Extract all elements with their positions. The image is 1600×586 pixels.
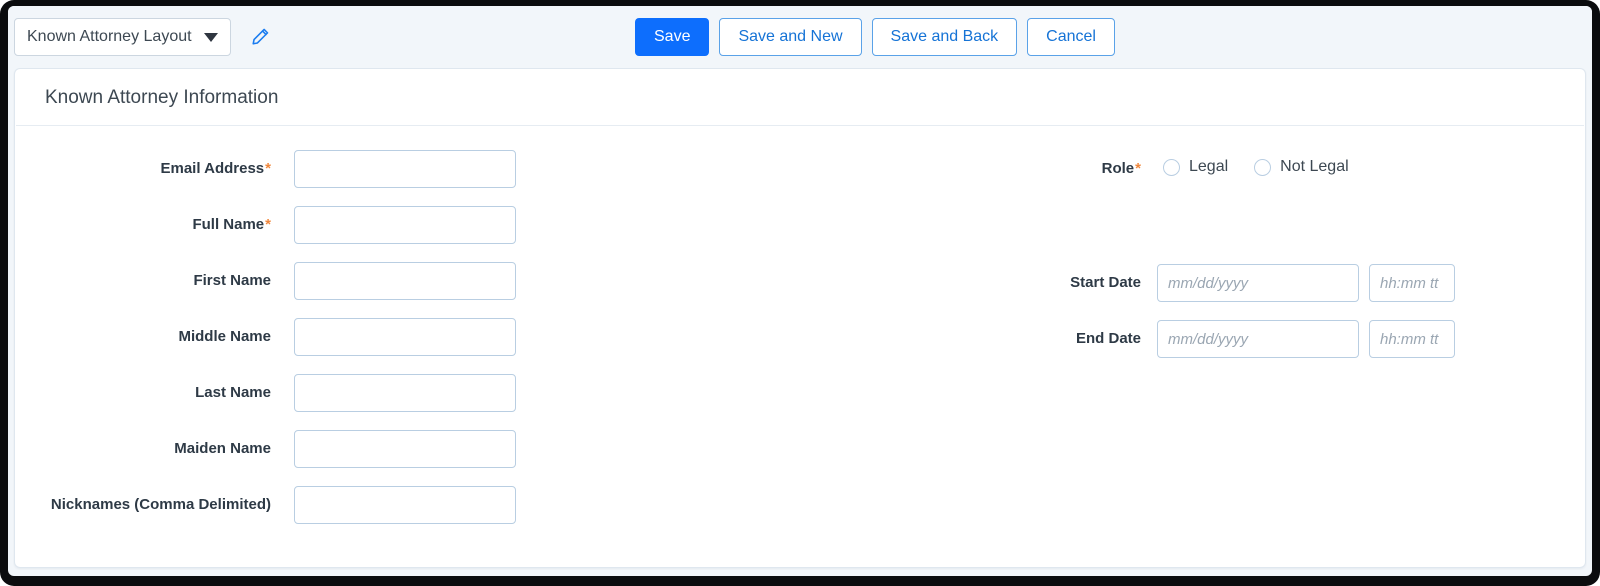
pencil-icon[interactable] <box>247 24 273 50</box>
field-row-first-name: First Name <box>15 262 535 301</box>
control-email-address <box>294 150 516 188</box>
required-asterisk: * <box>1135 160 1141 177</box>
role-option-not-legal[interactable]: Not Legal <box>1254 158 1349 176</box>
form-card: Known Attorney Information Email Address… <box>14 68 1586 568</box>
label-start-date: Start Date <box>1070 274 1141 291</box>
label-email-address: Email Address* <box>160 160 272 177</box>
field-row-last-name: Last Name <box>15 374 535 413</box>
label-first-name: First Name <box>193 272 271 289</box>
field-row-end-date: End Date <box>1045 320 1565 359</box>
start-date-input[interactable] <box>1157 264 1359 302</box>
field-row-role: Role* Legal Not Legal <box>1045 150 1565 189</box>
role-radio-group: Legal Not Legal <box>1163 150 1375 176</box>
label-last-name: Last Name <box>195 384 271 401</box>
field-row-middle-name: Middle Name <box>15 318 535 357</box>
app-window: Known Attorney Layout Save Save and New … <box>8 6 1592 576</box>
right-column-spacer <box>1045 206 1565 264</box>
top-toolbar: Known Attorney Layout Save Save and New … <box>8 6 1592 68</box>
label-maiden-name: Maiden Name <box>174 440 271 457</box>
left-field-column: Email Address* Full Name* First Name Mid… <box>15 150 535 542</box>
role-option-legal[interactable]: Legal <box>1163 158 1228 176</box>
layout-select[interactable]: Known Attorney Layout <box>14 18 231 56</box>
control-middle-name <box>294 318 516 356</box>
layout-select-value: Known Attorney Layout <box>27 28 192 45</box>
field-row-full-name: Full Name* <box>15 206 535 245</box>
cancel-button[interactable]: Cancel <box>1027 18 1115 56</box>
end-date-input[interactable] <box>1157 320 1359 358</box>
maiden-name-input[interactable] <box>294 430 516 468</box>
radio-icon <box>1254 158 1272 176</box>
email-address-input[interactable] <box>294 150 516 188</box>
field-row-email-address: Email Address* <box>15 150 535 189</box>
toolbar-buttons: Save Save and New Save and Back Cancel <box>635 18 1115 56</box>
control-start-date <box>1157 264 1455 302</box>
field-row-maiden-name: Maiden Name <box>15 430 535 469</box>
save-button[interactable]: Save <box>635 18 710 56</box>
last-name-input[interactable] <box>294 374 516 412</box>
label-end-date: End Date <box>1075 330 1141 347</box>
required-asterisk: * <box>265 216 271 233</box>
control-first-name <box>294 262 516 300</box>
control-nicknames <box>294 486 516 524</box>
right-field-column: Role* Legal Not Legal Start Date mm/dd/y… <box>1045 150 1565 376</box>
field-row-nicknames: Nicknames (Comma Delimited) <box>15 486 535 525</box>
role-option-not-legal-label: Not Legal <box>1280 158 1349 175</box>
chevron-down-icon <box>203 32 218 42</box>
field-row-start-date: Start Date <box>1045 264 1565 303</box>
form-body: Email Address* Full Name* First Name Mid… <box>15 126 1585 524</box>
role-option-legal-label: Legal <box>1189 158 1229 175</box>
required-asterisk: * <box>265 160 271 177</box>
label-full-name: Full Name* <box>192 216 271 233</box>
control-last-name <box>294 374 516 412</box>
control-maiden-name <box>294 430 516 468</box>
radio-icon <box>1163 158 1180 176</box>
section-title: Known Attorney Information <box>45 87 279 108</box>
control-full-name <box>294 206 516 244</box>
middle-name-input[interactable] <box>294 318 516 356</box>
label-middle-name: Middle Name <box>178 328 271 345</box>
label-nicknames: Nicknames (Comma Delimited) <box>50 496 271 513</box>
start-time-input[interactable] <box>1369 264 1455 302</box>
end-time-input[interactable] <box>1369 320 1455 358</box>
label-role: Role* <box>1101 160 1141 177</box>
nicknames-input[interactable] <box>294 486 516 524</box>
first-name-input[interactable] <box>294 262 516 300</box>
full-name-input[interactable] <box>294 206 516 244</box>
save-and-new-button[interactable]: Save and New <box>719 18 862 56</box>
save-and-back-button[interactable]: Save and Back <box>871 18 1018 56</box>
control-end-date <box>1157 320 1455 358</box>
screenshot-frame: Known Attorney Layout Save Save and New … <box>0 0 1600 586</box>
